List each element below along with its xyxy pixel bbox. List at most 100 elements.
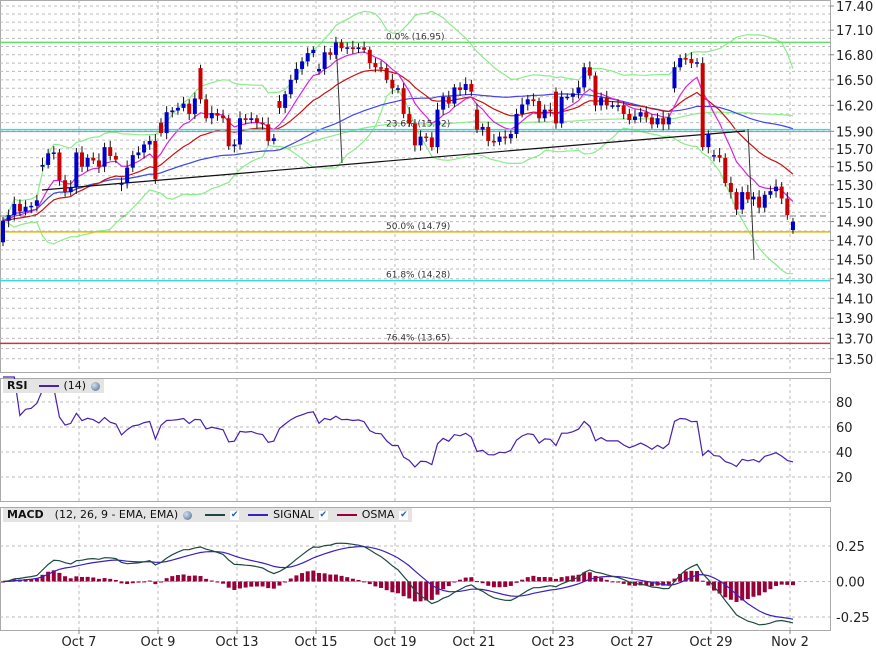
stock-chart: 17.40 17.10 16.80 16.50 16.20 15.90 15.70 15.50… <box>0 0 873 650</box>
candle-down <box>700 63 705 148</box>
osma-bar <box>553 578 558 582</box>
osma-bar <box>333 574 338 582</box>
macd-axis-label: -0.25 <box>836 611 870 626</box>
date-axis-label: Nov 2 <box>771 635 809 650</box>
candle-up <box>672 67 677 89</box>
candle-up <box>322 52 327 69</box>
price-axis-label: 14.30 <box>836 273 873 288</box>
osma-bar <box>181 574 186 582</box>
candle-down <box>243 118 248 120</box>
candle-down <box>717 155 722 158</box>
date-axis-label: Oct 23 <box>531 635 574 650</box>
osma-bar <box>395 581 400 594</box>
osma-checkbox-icon[interactable]: ✔ <box>399 510 409 520</box>
osma-bar <box>311 570 316 582</box>
candle-up <box>85 157 90 167</box>
candle-up <box>6 215 11 221</box>
osma-bar <box>125 581 130 585</box>
macd-settings-globe-icon[interactable] <box>183 510 193 520</box>
osma-label: OSMA <box>361 508 395 521</box>
candle-down <box>474 109 479 130</box>
candle-up <box>559 96 564 124</box>
candle-up <box>514 113 519 134</box>
candle-down <box>553 91 558 124</box>
price-axis-label: 14.90 <box>836 216 873 231</box>
osma-bar <box>249 581 254 587</box>
candle-down <box>254 118 259 123</box>
candle-down <box>350 47 355 49</box>
date-axis-label: Oct 29 <box>689 635 732 650</box>
macd-panel-frame <box>0 507 831 631</box>
candle-up <box>34 200 39 206</box>
osma-bar <box>610 581 615 583</box>
osma-bar <box>446 581 451 587</box>
candle-up <box>311 49 316 54</box>
osma-bar <box>198 576 203 582</box>
rsi-axis-label: 20 <box>836 471 853 486</box>
candle-up <box>46 153 51 165</box>
osma-bar <box>175 575 180 582</box>
candle-up <box>740 192 745 210</box>
osma-bar <box>390 581 395 593</box>
rsi-settings-globe-icon[interactable] <box>91 381 101 391</box>
candle-up <box>666 117 671 125</box>
osma-bar <box>271 581 276 589</box>
candle-down <box>757 196 762 208</box>
osma-bar <box>283 581 288 583</box>
rsi-axis-label: 60 <box>836 421 853 436</box>
fib-level-label: 61.8% (14.28) <box>386 271 450 281</box>
osma-bar <box>153 581 158 585</box>
osma-bar <box>91 577 96 582</box>
fib-level-label: 50.0% (14.79) <box>386 222 450 232</box>
osma-bar <box>237 581 242 589</box>
signal-checkbox-icon[interactable]: ✔ <box>318 510 328 520</box>
candle-up <box>232 144 237 147</box>
candle-up <box>497 136 502 142</box>
candle-up <box>1 220 5 243</box>
macd-line-checkbox-icon[interactable]: ✔ <box>230 510 240 520</box>
candle-down <box>17 203 22 212</box>
candle-up <box>237 118 242 145</box>
candle-up <box>774 186 779 192</box>
price-axis-label: 17.10 <box>836 24 873 39</box>
candle-down <box>266 124 271 141</box>
candle-down <box>373 63 378 68</box>
candle-up <box>582 67 587 88</box>
osma-bar <box>170 576 175 582</box>
candle-down <box>367 49 372 64</box>
candle-down <box>198 68 203 100</box>
osma-bar <box>266 581 271 589</box>
candle-down <box>644 112 649 118</box>
rsi-axis-label: 40 <box>836 446 853 461</box>
date-axis-label: Oct 27 <box>610 635 653 650</box>
osma-bar <box>147 580 152 582</box>
candle-down <box>429 137 434 148</box>
osma-bar <box>63 576 68 582</box>
osma-bar <box>74 576 79 582</box>
candle-down <box>158 122 163 134</box>
osma-bar <box>497 581 502 588</box>
osma-bar <box>520 579 525 582</box>
candle-up <box>68 187 73 193</box>
osma-bar <box>379 581 384 588</box>
osma-bar <box>305 571 310 582</box>
candle-down <box>503 136 508 139</box>
candle-up <box>288 79 293 95</box>
candle-up <box>706 133 711 148</box>
osma-bar <box>85 576 90 582</box>
candle-up <box>305 53 310 62</box>
candle-down <box>91 157 96 161</box>
candle-up <box>119 182 124 185</box>
candle-up <box>751 196 756 200</box>
osma-bar <box>424 581 429 601</box>
osma-bar <box>458 579 463 582</box>
candle-down <box>486 126 491 141</box>
candle-up <box>570 93 575 97</box>
osma-bar <box>790 581 795 586</box>
support-trendline <box>41 130 746 191</box>
candle-up <box>209 113 214 119</box>
candle-down <box>621 105 626 114</box>
candle-up <box>768 191 773 195</box>
candle-up <box>51 152 56 154</box>
osma-bar <box>559 577 564 582</box>
